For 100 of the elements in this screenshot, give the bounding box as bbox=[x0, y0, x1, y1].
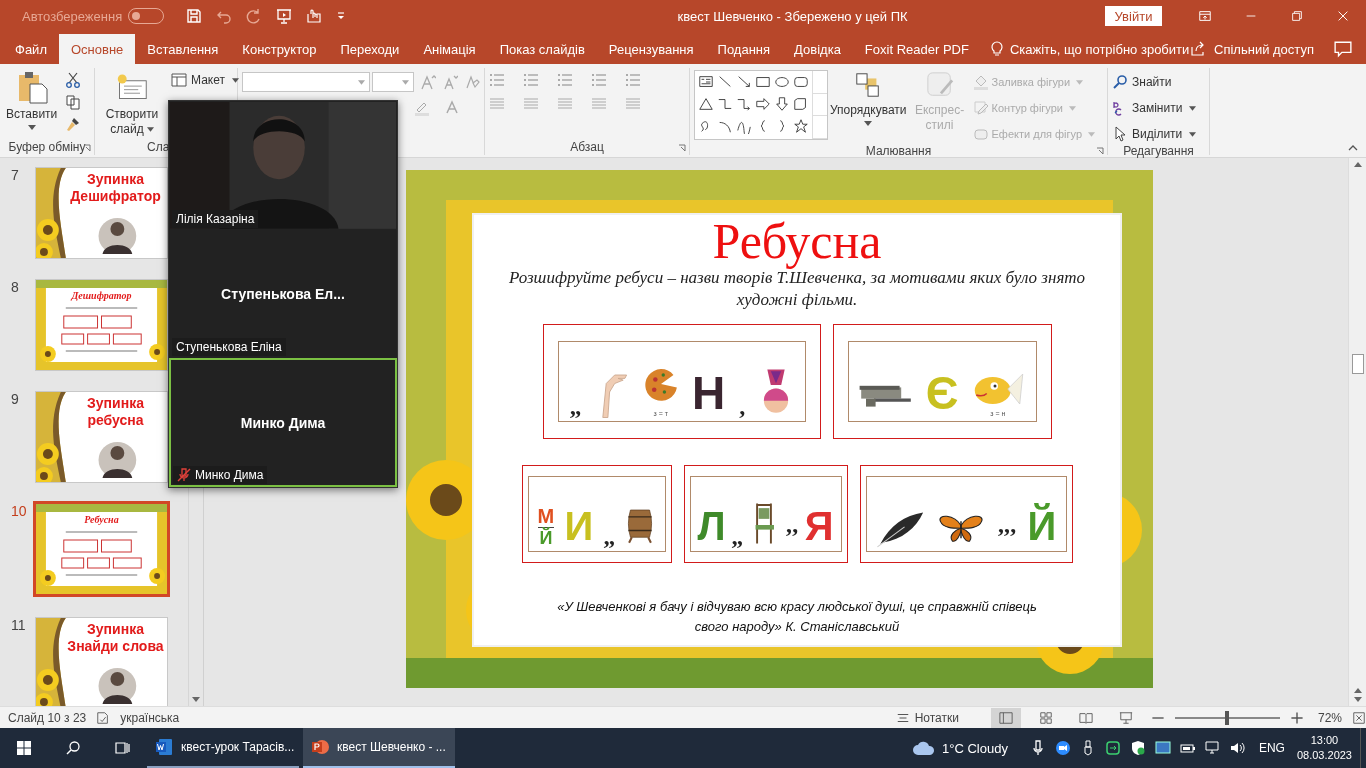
font-name-field[interactable] bbox=[242, 72, 370, 92]
grid-icon bbox=[1038, 710, 1053, 725]
weather-text[interactable]: 1°C Cloudy bbox=[942, 740, 1008, 756]
scrollbar-thumb[interactable] bbox=[1351, 354, 1364, 374]
textbox-shape-icon[interactable] bbox=[698, 74, 714, 90]
ribbon-tab[interactable]: Вставлення bbox=[135, 34, 231, 64]
cut-icon[interactable] bbox=[65, 72, 82, 88]
spelling-check-icon[interactable] bbox=[96, 710, 111, 725]
slide-thumbnail[interactable]: Зупинка Знайди слова bbox=[35, 617, 168, 706]
triangle-shape-icon[interactable] bbox=[698, 96, 714, 112]
zoom-in-icon[interactable] bbox=[1289, 710, 1304, 725]
connector-shape-icon[interactable] bbox=[717, 96, 733, 112]
new-slide-button[interactable]: Створити слайд bbox=[99, 68, 165, 139]
tell-me-search[interactable]: Скажіть, що потрібно зробити bbox=[988, 34, 1190, 64]
rounded-rectangle-shape-icon[interactable] bbox=[793, 74, 809, 90]
normal-view-button[interactable] bbox=[990, 707, 1021, 728]
taskbar-app[interactable]: квест Шевченко - ... bbox=[303, 728, 455, 768]
feather-drawing bbox=[875, 510, 926, 548]
monitor-icon[interactable] bbox=[1154, 740, 1171, 756]
caret-icon bbox=[1069, 105, 1076, 111]
font-color-icon[interactable] bbox=[444, 100, 460, 116]
elbow-arrow-shape-icon[interactable] bbox=[736, 96, 752, 112]
group-label: Малювання bbox=[865, 144, 932, 158]
slide-thumbnail[interactable]: Дешифратор bbox=[35, 279, 168, 371]
ribbon-tab[interactable]: Показ слайдів bbox=[487, 34, 597, 64]
arrow-shape-icon[interactable] bbox=[736, 74, 752, 90]
fit-to-window-icon[interactable] bbox=[1352, 710, 1366, 725]
ribbon-tab[interactable]: Переходи bbox=[328, 34, 412, 64]
language-label[interactable]: українська bbox=[120, 710, 180, 725]
taskbar-app[interactable]: квест-урок Тарасів... bbox=[147, 728, 299, 768]
format-painter-icon[interactable] bbox=[65, 116, 82, 132]
participant-tile[interactable]: Минко Дима Минко Дима bbox=[169, 358, 397, 487]
slide-thumbnail[interactable]: Зупинка ребусна bbox=[35, 391, 168, 483]
line-shape-icon[interactable] bbox=[717, 74, 733, 90]
participant-label: Лілія Казаріна bbox=[176, 211, 255, 226]
share-button[interactable]: Спільний доступ bbox=[1190, 34, 1314, 64]
slide-counter: Слайд 10 з 23 bbox=[8, 710, 87, 725]
replace-button[interactable]: Замінити bbox=[1112, 98, 1197, 118]
thumbnail-title: Дешифратор bbox=[69, 290, 133, 301]
down-arrow-shape-icon[interactable] bbox=[774, 96, 790, 112]
shapes-gallery[interactable] bbox=[694, 70, 828, 140]
clock-date[interactable]: 08.03.2023 bbox=[1296, 748, 1352, 763]
scroll-down-icon[interactable] bbox=[1353, 697, 1362, 702]
touch-mode-icon[interactable] bbox=[306, 8, 323, 24]
dialog-launcher-icon[interactable] bbox=[1096, 147, 1104, 155]
paint-bucket-icon bbox=[972, 74, 989, 90]
find-button[interactable]: Знайти bbox=[1112, 72, 1197, 92]
ribbon-tab[interactable]: Подання bbox=[705, 34, 783, 64]
font-size-field[interactable] bbox=[372, 72, 414, 92]
copy-icon[interactable] bbox=[65, 94, 82, 110]
scroll-up-icon[interactable] bbox=[1353, 162, 1362, 167]
video-app-icon[interactable] bbox=[1054, 740, 1071, 756]
paste-button[interactable]: Вставити bbox=[4, 68, 60, 139]
slide-thumbnail[interactable]: Ребусна bbox=[33, 501, 170, 597]
task-view-icon[interactable] bbox=[114, 740, 130, 756]
select-button[interactable]: Виділити bbox=[1112, 124, 1197, 144]
participant-tile[interactable]: Лілія Казаріна bbox=[169, 101, 397, 230]
rectangle-shape-icon[interactable] bbox=[755, 74, 771, 90]
clock-time[interactable]: 13:00 bbox=[1310, 733, 1339, 748]
collapse-ribbon-icon[interactable] bbox=[1348, 145, 1358, 151]
snip-shape-icon[interactable] bbox=[793, 96, 809, 112]
zoom-slider-thumb[interactable] bbox=[1225, 710, 1230, 725]
comment-icon[interactable] bbox=[1334, 40, 1352, 58]
input-language[interactable]: ENG bbox=[1258, 741, 1285, 755]
arrange-button[interactable]: Упорядкувати bbox=[830, 68, 907, 144]
notes-button[interactable]: Нотатки bbox=[895, 710, 959, 725]
windows-start-icon[interactable] bbox=[16, 740, 32, 756]
block-arrow-shape-icon[interactable] bbox=[755, 96, 771, 112]
oval-shape-icon[interactable] bbox=[774, 74, 790, 90]
volume-icon[interactable] bbox=[1229, 740, 1246, 756]
search-icon bbox=[1112, 74, 1128, 90]
ribbon-tab[interactable]: Рецензування bbox=[596, 34, 706, 64]
sign-in-button[interactable]: Увійти bbox=[1105, 6, 1162, 26]
ribbon-tab[interactable]: Основне bbox=[58, 34, 136, 64]
zoom-level[interactable]: 72% bbox=[1317, 710, 1342, 725]
ribbon-tab[interactable]: Foxit Reader PDF bbox=[852, 34, 981, 64]
ribbon-tab[interactable]: Анімація bbox=[411, 34, 488, 64]
tell-me-text: Скажіть, що потрібно зробити bbox=[1009, 41, 1190, 57]
scroll-up-icon[interactable] bbox=[1353, 688, 1362, 693]
save-icon[interactable] bbox=[186, 8, 203, 24]
sync-icon[interactable] bbox=[1104, 740, 1121, 756]
ribbon-tab[interactable]: Конструктор bbox=[230, 34, 329, 64]
shield-icon[interactable] bbox=[1129, 740, 1146, 756]
dialog-launcher-icon[interactable] bbox=[678, 144, 686, 152]
ribbon-tab[interactable]: Файл bbox=[0, 34, 59, 64]
star-shape-icon[interactable] bbox=[793, 118, 809, 134]
layout-button[interactable]: Макет bbox=[171, 70, 239, 90]
presentation-icon[interactable] bbox=[276, 8, 293, 24]
ribbon-tab[interactable]: Довідка bbox=[782, 34, 853, 64]
customize-caret-icon[interactable] bbox=[336, 11, 347, 21]
thumbnail-title: Дешифратор bbox=[70, 188, 161, 205]
cloud-icon[interactable] bbox=[912, 740, 936, 756]
group-label: Сла bbox=[147, 140, 170, 154]
network-icon[interactable] bbox=[1204, 740, 1221, 756]
scroll-down-icon[interactable] bbox=[192, 697, 200, 702]
search-icon[interactable] bbox=[65, 740, 81, 756]
caret-icon bbox=[231, 77, 239, 83]
slide-thumbnail[interactable]: Зупинка Дешифратор bbox=[35, 167, 168, 259]
slide-number: 11 bbox=[10, 617, 27, 633]
participant-tile[interactable]: Ступенькова Ел... Ступенькова Еліна bbox=[169, 229, 397, 359]
